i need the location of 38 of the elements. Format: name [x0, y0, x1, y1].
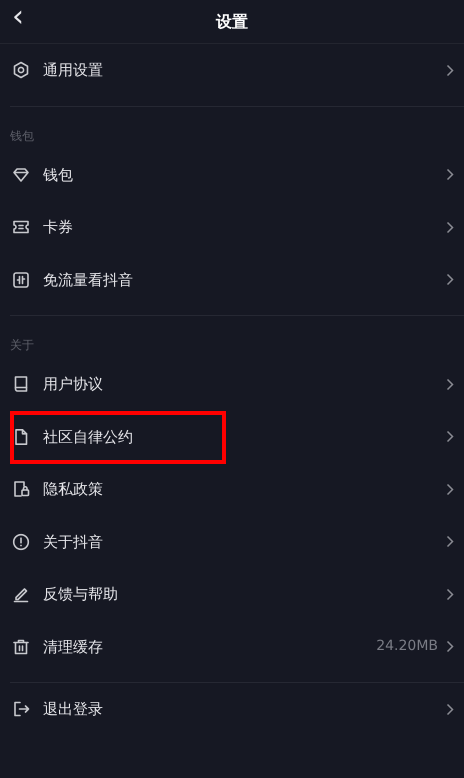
lock-document-icon [12, 480, 30, 498]
data-icon [12, 270, 30, 289]
chevron-icon [446, 588, 454, 601]
diamond-icon [12, 166, 30, 184]
menu-item[interactable]: 关于抖音 [43, 530, 103, 553]
menu-item[interactable]: 通用设置 [43, 59, 103, 82]
chevron-icon [446, 482, 454, 496]
chevron-icon [446, 378, 454, 391]
chevron-icon [446, 535, 454, 548]
pencil-icon [12, 585, 30, 604]
info-icon [12, 532, 30, 551]
ticket-icon [12, 218, 30, 236]
chevron-icon [446, 168, 454, 182]
chevron-icon [446, 64, 454, 77]
book-icon [12, 375, 30, 394]
page-title: 设置 [216, 14, 248, 30]
logout-icon [12, 700, 30, 718]
chevron-icon [446, 640, 454, 654]
document-icon [12, 428, 30, 446]
chevron-icon [446, 273, 454, 286]
menu-item[interactable]: 退出登录 [43, 698, 103, 720]
trash-icon [12, 638, 30, 656]
menu-item[interactable]: 隐私政策 [43, 478, 103, 500]
cache-size: 24.20MB [376, 637, 438, 656]
menu-item[interactable]: 钱包 [43, 164, 73, 186]
menu-item[interactable]: 卡券 [43, 216, 73, 238]
menu-item[interactable]: 反馈与帮助 [43, 583, 118, 606]
chevron-icon [446, 430, 454, 444]
menu-item[interactable]: 社区自律公约 [43, 426, 133, 448]
section-label: 关于 [10, 337, 35, 354]
section-label: 钱包 [10, 128, 35, 144]
back-button[interactable]: ‹ [8, 2, 28, 32]
menu-item[interactable]: 用户协议 [43, 373, 103, 396]
gear-icon [12, 61, 30, 80]
chevron-icon [446, 220, 454, 234]
menu-item[interactable]: 清理缓存 [43, 636, 103, 658]
menu-item[interactable]: 免流量看抖音 [43, 268, 133, 291]
chevron-icon [446, 702, 454, 716]
